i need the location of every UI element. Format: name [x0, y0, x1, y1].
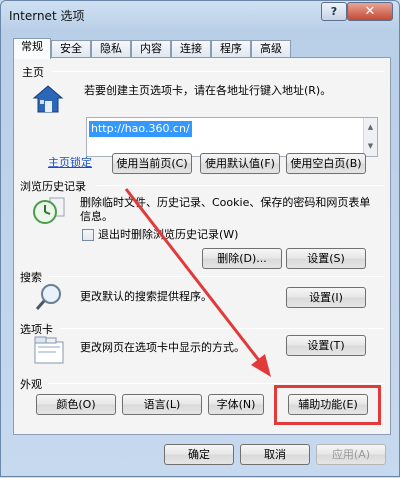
- internet-options-window: Internet 选项 ? ✕ 常规 安全 隐私 内容 连接 程序 高级 主页 …: [0, 0, 400, 477]
- apply-button[interactable]: 应用(A): [316, 444, 386, 465]
- annotation-arrow: [124, 188, 271, 377]
- ok-button[interactable]: 确定: [164, 444, 234, 465]
- cancel-button[interactable]: 取消: [240, 444, 310, 465]
- tab-general[interactable]: 常规: [13, 38, 51, 59]
